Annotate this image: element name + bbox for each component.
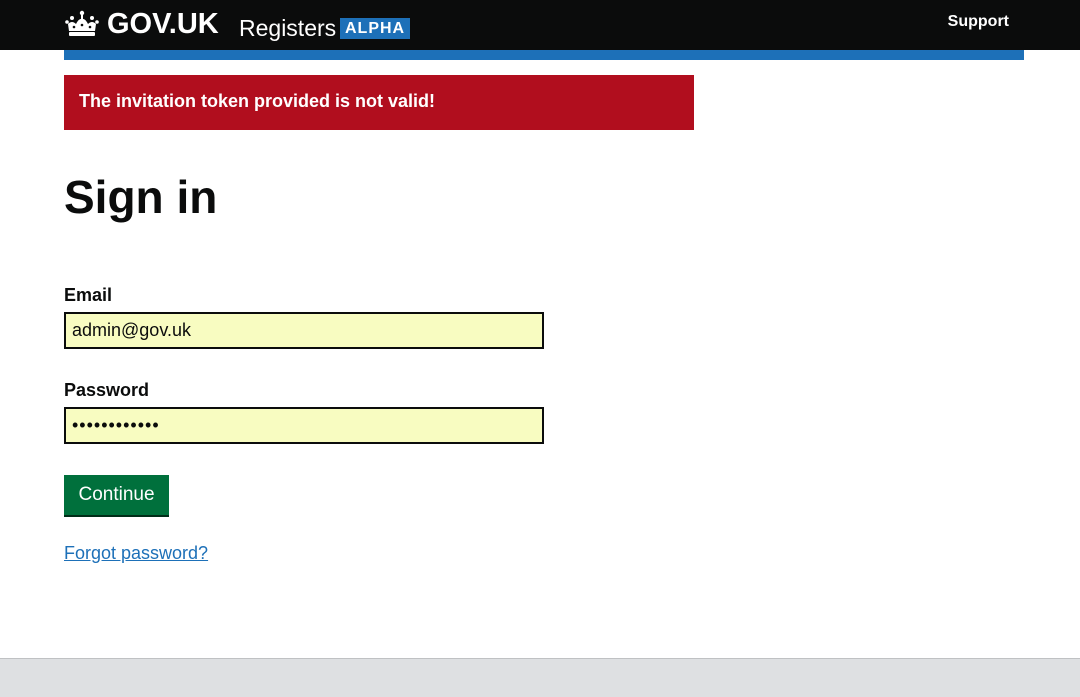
header-container: GOV.UK Registers ALPHA Support <box>64 0 1024 50</box>
site-footer <box>0 658 1080 697</box>
page-title: Sign in <box>64 171 218 223</box>
email-field[interactable] <box>64 312 544 349</box>
password-field[interactable] <box>64 407 544 444</box>
error-banner: The invitation token provided is not val… <box>64 75 694 130</box>
error-message: The invitation token provided is not val… <box>79 91 436 111</box>
email-label: Email <box>64 285 113 305</box>
phase-tag: ALPHA <box>340 18 411 39</box>
header-blue-bar <box>64 50 1024 60</box>
password-label: Password <box>64 380 150 400</box>
continue-button[interactable]: Continue <box>64 475 169 515</box>
support-link[interactable]: Support <box>948 13 1009 31</box>
govuk-home-link[interactable]: GOV.UK <box>64 8 219 40</box>
service-name[interactable]: Registers <box>239 15 336 42</box>
crown-icon <box>65 10 99 36</box>
forgot-password-link[interactable]: Forgot password? <box>64 543 208 564</box>
govuk-logotype: GOV.UK <box>107 7 219 40</box>
site-header: GOV.UK Registers ALPHA Support <box>0 0 1080 50</box>
